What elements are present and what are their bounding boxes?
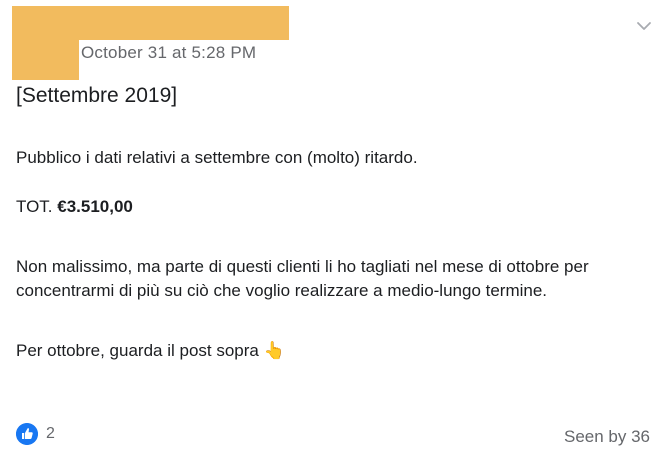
post-timestamp[interactable]: October 31 at 5:28 PM [81,43,256,63]
reaction-count[interactable]: 2 [46,425,55,443]
post-footer: 2 Seen by 36 [16,422,650,448]
post-title: [Settembre 2019] [16,84,178,107]
total-label: TOT. [16,197,58,216]
like-icon[interactable] [16,423,38,445]
seen-by-count[interactable]: Seen by 36 [564,427,650,447]
closing-text: Per ottobre, guarda il post sopra [16,341,264,360]
post-closing: Per ottobre, guarda il post sopra 👆 [16,339,646,363]
total-value: €3.510,00 [57,197,133,216]
redaction-block [12,6,289,40]
post-total: TOT. €3.510,00 [16,195,646,219]
post-body: [Settembre 2019] Pubblico i dati relativ… [16,82,646,363]
pointing-up-emoji-icon: 👆 [263,341,285,360]
chevron-down-icon[interactable] [634,16,654,36]
post-paragraph: Non malissimo, ma parte di questi client… [16,257,589,300]
post-intro: Pubblico i dati relativi a settembre con… [16,148,418,167]
redaction-block-avatar [12,40,79,80]
